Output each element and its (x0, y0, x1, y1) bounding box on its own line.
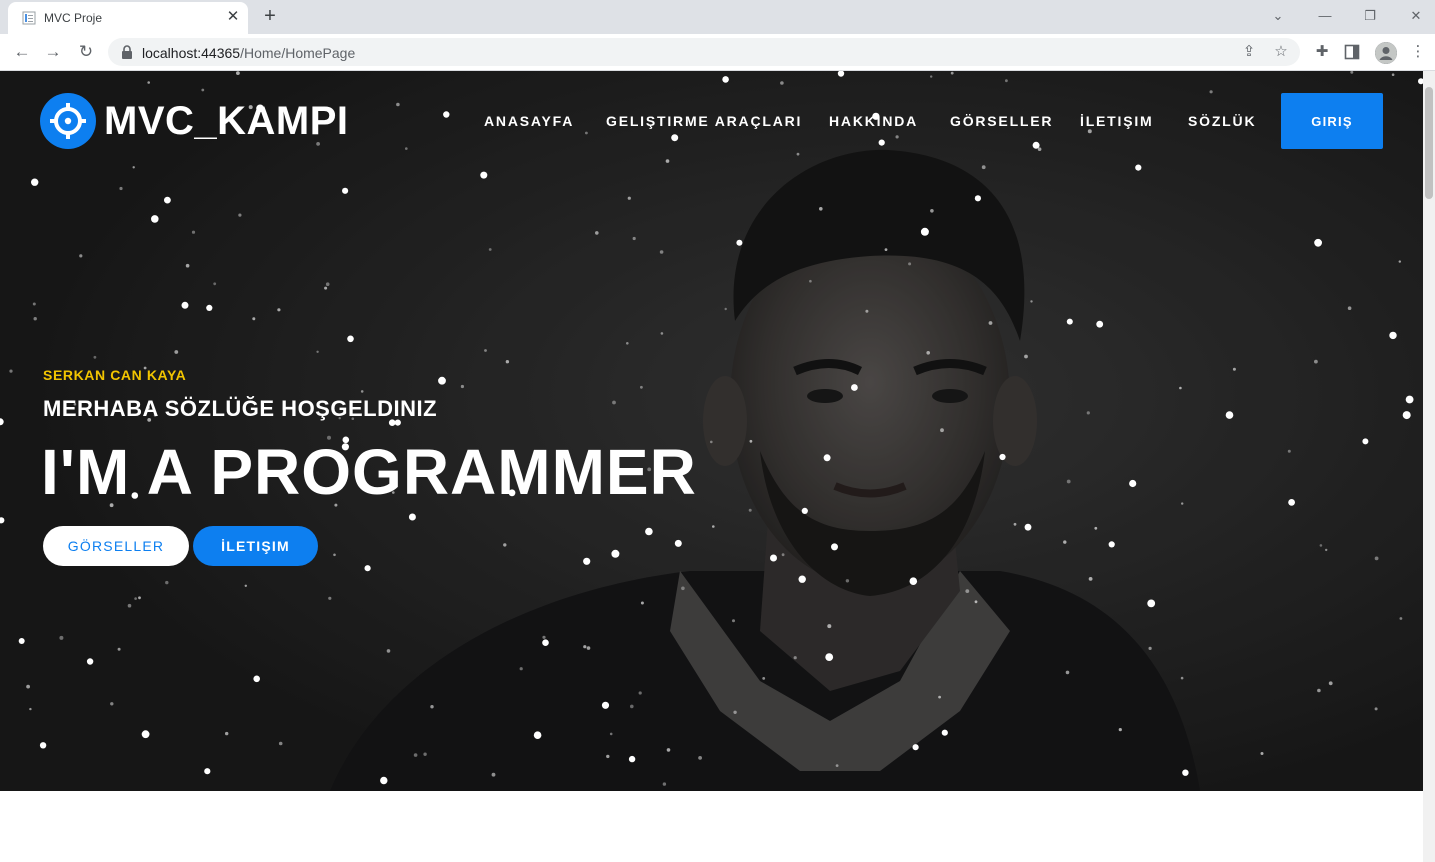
nav-item-dictionary[interactable]: SÖZLÜK (1188, 113, 1256, 129)
reload-icon[interactable]: ↻ (74, 40, 98, 64)
hero-headline: I'M A PROGRAMMER (41, 436, 697, 508)
page-viewport: MVC_KAMPI ANASAYFA GELIŞTIRME ARAÇLARI H… (0, 71, 1423, 862)
nav-item-about[interactable]: HAKKINDA (829, 113, 918, 129)
address-bar[interactable]: localhost:44365/Home/HomePage ⇪ ☆ (108, 38, 1300, 66)
nav-item-tools[interactable]: GELIŞTIRME ARAÇLARI (606, 113, 802, 129)
hero-subtitle: MERHABA SÖZLÜĞE HOŞGELDINIZ (43, 396, 438, 421)
hero-section: MVC_KAMPI ANASAYFA GELIŞTIRME ARAÇLARI H… (0, 71, 1423, 791)
images-button[interactable]: GÖRSELLER (43, 526, 189, 566)
url-text[interactable]: localhost:44365/Home/HomePage (142, 45, 355, 61)
tab-title: MVC Proje (44, 11, 103, 25)
restore-icon[interactable]: ❐ (1350, 4, 1390, 28)
side-panel-icon[interactable] (1344, 44, 1360, 60)
window-close-icon[interactable]: ✕ (1396, 4, 1435, 28)
snow-particles (0, 71, 1423, 786)
contact-button[interactable]: İLETIŞIM (193, 526, 318, 566)
lock-icon (122, 45, 132, 59)
page-favicon-icon (22, 11, 36, 25)
url-host: localhost:44365 (142, 45, 241, 61)
tab-close-icon[interactable]: ✕ (224, 8, 242, 26)
scrollbar-thumb[interactable] (1425, 87, 1433, 199)
nav-item-contact[interactable]: İLETIŞIM (1080, 113, 1154, 129)
nav-item-home[interactable]: ANASAYFA (484, 113, 574, 129)
new-tab-icon[interactable]: + (258, 5, 282, 29)
profile-icon[interactable] (1375, 42, 1397, 64)
kebab-menu-icon[interactable]: ⋮ (1408, 42, 1428, 62)
login-button[interactable]: GIRIŞ (1281, 93, 1383, 149)
share-icon[interactable]: ⇪ (1239, 42, 1259, 62)
forward-arrow-icon[interactable]: → (41, 40, 65, 64)
tab-search-icon[interactable]: ⌄ (1258, 4, 1298, 28)
star-icon[interactable]: ☆ (1271, 42, 1291, 62)
back-arrow-icon[interactable]: ← (10, 40, 34, 64)
browser-toolbar: ← → ↻ localhost:44365/Home/HomePage ⇪ ☆ … (0, 34, 1435, 71)
minimize-icon[interactable]: — (1305, 4, 1345, 28)
brand-logo-link[interactable]: MVC_KAMPI (40, 93, 349, 149)
hero-author-name: SERKAN CAN KAYA (43, 367, 187, 383)
browser-tab[interactable]: MVC Proje ✕ (8, 2, 248, 34)
url-path: /Home/HomePage (240, 45, 356, 61)
nav-item-images[interactable]: GÖRSELLER (950, 113, 1053, 129)
page-scrollbar[interactable] (1423, 71, 1435, 862)
crosshair-icon (40, 93, 96, 149)
brand-name: MVC_KAMPI (104, 98, 349, 143)
extensions-icon[interactable]: ✚ (1312, 42, 1332, 62)
browser-tab-strip: MVC Proje ✕ + ⌄ — ❐ ✕ (0, 0, 1435, 34)
